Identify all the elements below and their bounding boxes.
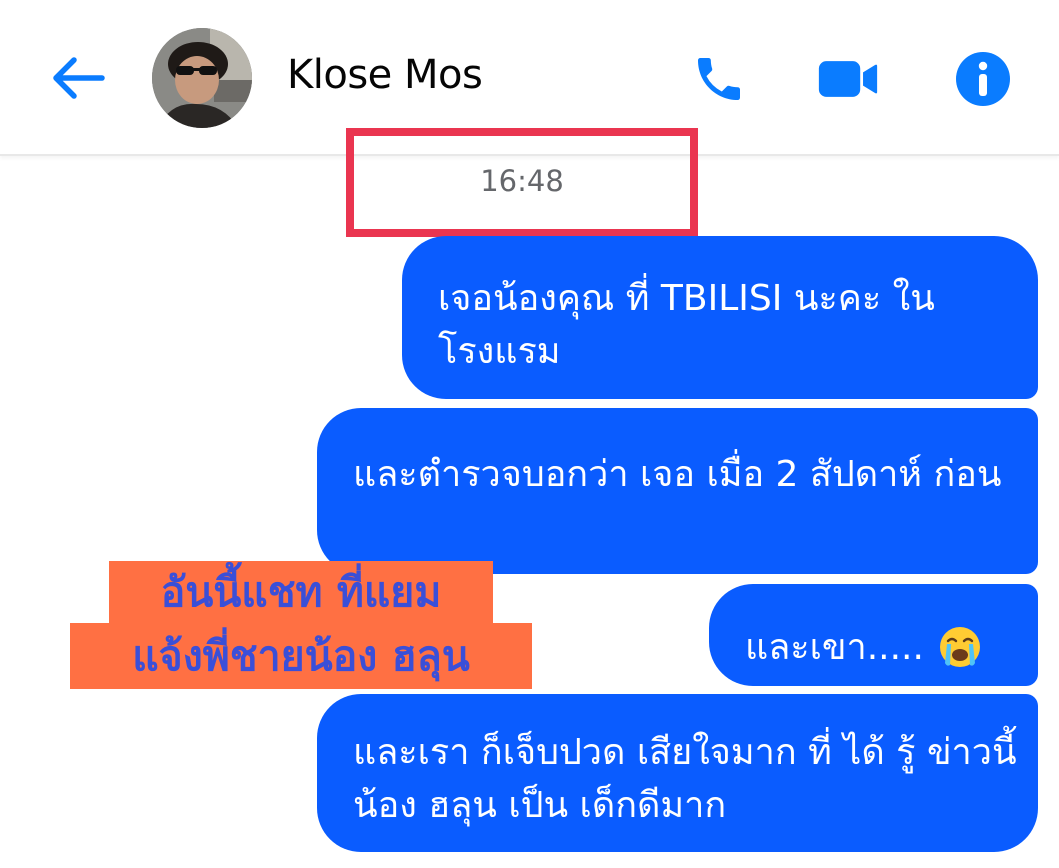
back-arrow-icon (53, 57, 105, 99)
message-text: และเขา..... (745, 626, 924, 668)
message-text: และเรา ก็เจ็บปวด เสียใจมาก ที่ ได้ รู้ ข… (353, 732, 1017, 826)
annotation-caption-line-2: แจ้งพี่ชายน้อง ฮลุน (70, 623, 532, 689)
call-button[interactable] (688, 48, 750, 110)
video-camera-icon (818, 61, 878, 97)
message-bubble[interactable]: และตำรวจบอกว่า เจอ เมื่อ 2 สัปดาห์ ก่อน (317, 408, 1038, 574)
back-button[interactable] (48, 50, 108, 106)
message-bubble[interactable]: และเขา..... (709, 584, 1038, 686)
info-icon (956, 52, 1010, 106)
avatar[interactable] (152, 28, 252, 128)
message-bubble[interactable]: และเรา ก็เจ็บปวด เสียใจมาก ที่ ได้ รู้ ข… (317, 694, 1038, 852)
phone-icon (698, 58, 740, 100)
message-bubble[interactable]: เจอน้องคุณ ที่ TBILISI นะคะ ใน โรงแรม (402, 236, 1038, 399)
info-button[interactable] (952, 48, 1014, 110)
message-timestamp: 16:48 (480, 164, 564, 198)
video-call-button[interactable] (817, 48, 879, 110)
message-text: และตำรวจบอกว่า เจอ เมื่อ 2 สัปดาห์ ก่อน (353, 454, 1002, 495)
avatar-photo (152, 28, 252, 128)
annotation-caption-line-1: อันนี้แชท ที่แยม (109, 561, 493, 623)
message-text: เจอน้องคุณ ที่ TBILISI นะคะ ใน โรงแรม (438, 278, 935, 372)
crying-face-emoji-icon (939, 627, 980, 667)
contact-name[interactable]: Klose Mos (287, 52, 483, 98)
